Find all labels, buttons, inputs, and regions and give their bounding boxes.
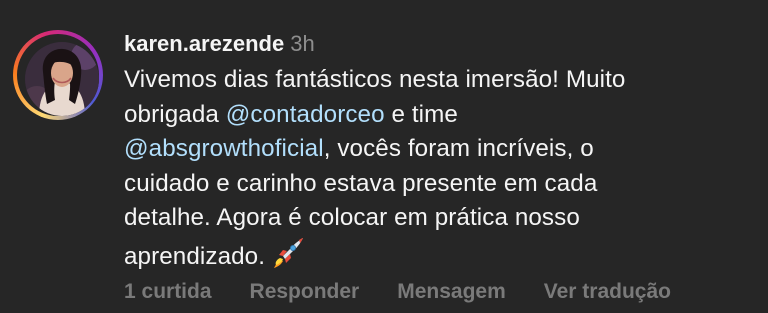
username[interactable]: karen.arezende: [124, 31, 284, 56]
message-button[interactable]: Mensagem: [397, 280, 506, 304]
mention-link[interactable]: @contadorceo: [226, 101, 385, 128]
comment-text: Vivemos dias fantásticos nesta imersão! …: [124, 63, 764, 280]
comment-actions: 1 curtida Responder Mensagem Ver tradução: [124, 280, 671, 304]
rocket-icon: [271, 236, 305, 281]
text-line: detalhe. Agora é colocar em prática noss…: [124, 204, 580, 231]
comment-header: karen.arezende 3h: [124, 30, 315, 58]
text-segment: e time: [384, 100, 458, 128]
text-segment: , vocês foram incríveis, o: [323, 135, 594, 162]
text-line: cuidado e carinho estava presente em cad…: [124, 169, 598, 197]
comment: karen.arezende 3h Vivemos dias fantástico…: [0, 0, 768, 313]
text-segment: obrigada: [124, 100, 226, 128]
translate-button[interactable]: Ver tradução: [544, 280, 671, 304]
reply-button[interactable]: Responder: [250, 280, 360, 304]
likes-count-button[interactable]: 1 curtida: [124, 280, 212, 304]
timestamp: 3h: [290, 31, 315, 56]
mention-link[interactable]: @absgrowthoficial: [124, 135, 324, 162]
text-line: Vivemos dias fantásticos nesta imersão! …: [124, 66, 626, 93]
avatar-image: [25, 42, 99, 116]
text-line: aprendizado.: [124, 242, 266, 270]
avatar-photo: [25, 42, 99, 116]
avatar[interactable]: [13, 30, 103, 120]
story-ring: [17, 34, 99, 116]
